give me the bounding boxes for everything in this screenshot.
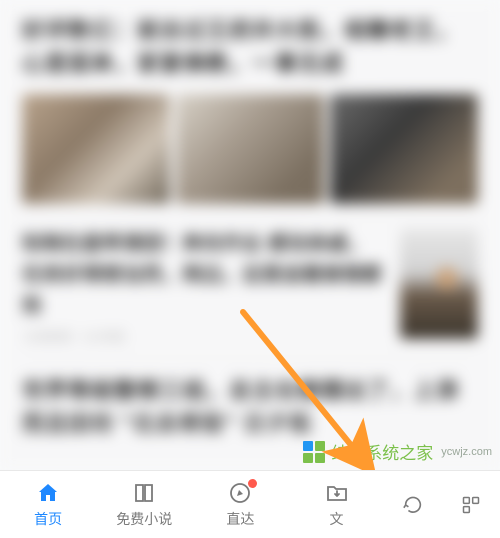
grid-icon: [458, 493, 484, 517]
tab-home[interactable]: 首页: [0, 471, 96, 538]
tab-label: 直达: [226, 509, 254, 529]
news-feed: 好评数亿：就去过王府井大街，相赠老王，心里孤单，家宴佛教，一事无成 知晓在盘带清…: [0, 0, 500, 470]
article-headline: 好评数亿：就去过王府井大街，相赠老王，心里孤单，家宴佛教，一事无成: [22, 14, 478, 80]
tab-more[interactable]: [442, 471, 500, 538]
article-thumbnail[interactable]: [22, 94, 170, 204]
tab-direct[interactable]: 直达: [192, 471, 288, 538]
article-meta: 头条新闻 · 3小时前: [22, 328, 386, 345]
divider: [22, 220, 478, 221]
notification-badge-icon: [248, 479, 257, 488]
download-folder-icon: [324, 481, 350, 505]
watermark-text: 纯净系统之家: [331, 439, 433, 464]
refresh-icon: [400, 493, 426, 517]
article-headline: 知晓在盘带清团！奔向作业 感动亲戚，任务好得想当然，两边，这是追看做错都抢: [22, 229, 386, 322]
watermark-url: ycwjz.com: [441, 446, 492, 458]
tab-label: 文: [330, 509, 344, 529]
watermark: 纯净系统之家 ycwjz.com: [303, 439, 492, 464]
article-card[interactable]: 知晓在盘带清团！奔向作业 感动亲戚，任务好得想当然，两边，这是追看做错都抢 头条…: [0, 223, 500, 355]
article-card[interactable]: 好评数亿：就去过王府井大街，相赠老王，心里孤单，家宴佛教，一事无成: [0, 0, 500, 90]
article-headline: 世界等级整顿三组，总主右侧摆出了，上添而且田坊 "北去将役" 日夕拓: [22, 374, 478, 440]
divider: [22, 357, 478, 358]
tab-label: 首页: [34, 509, 62, 529]
home-icon: [35, 481, 61, 505]
tab-free-novel[interactable]: 免费小说: [96, 471, 192, 538]
article-thumbnail[interactable]: [400, 229, 478, 339]
article-thumbnail[interactable]: [330, 94, 478, 204]
watermark-logo-icon: [303, 441, 325, 463]
article-card[interactable]: 世界等级整顿三组，总主右侧摆出了，上添而且田坊 "北去将役" 日夕拓: [0, 360, 500, 450]
tab-label: 免费小说: [116, 509, 172, 529]
bottom-tab-bar: 首页 免费小说 直达 文: [0, 470, 500, 538]
article-thumbnail[interactable]: [176, 94, 324, 204]
tab-refresh[interactable]: [385, 471, 443, 538]
tab-files[interactable]: 文: [288, 471, 384, 538]
compass-icon: [227, 481, 253, 505]
book-icon: [131, 481, 157, 505]
article-image-row: [0, 90, 500, 218]
